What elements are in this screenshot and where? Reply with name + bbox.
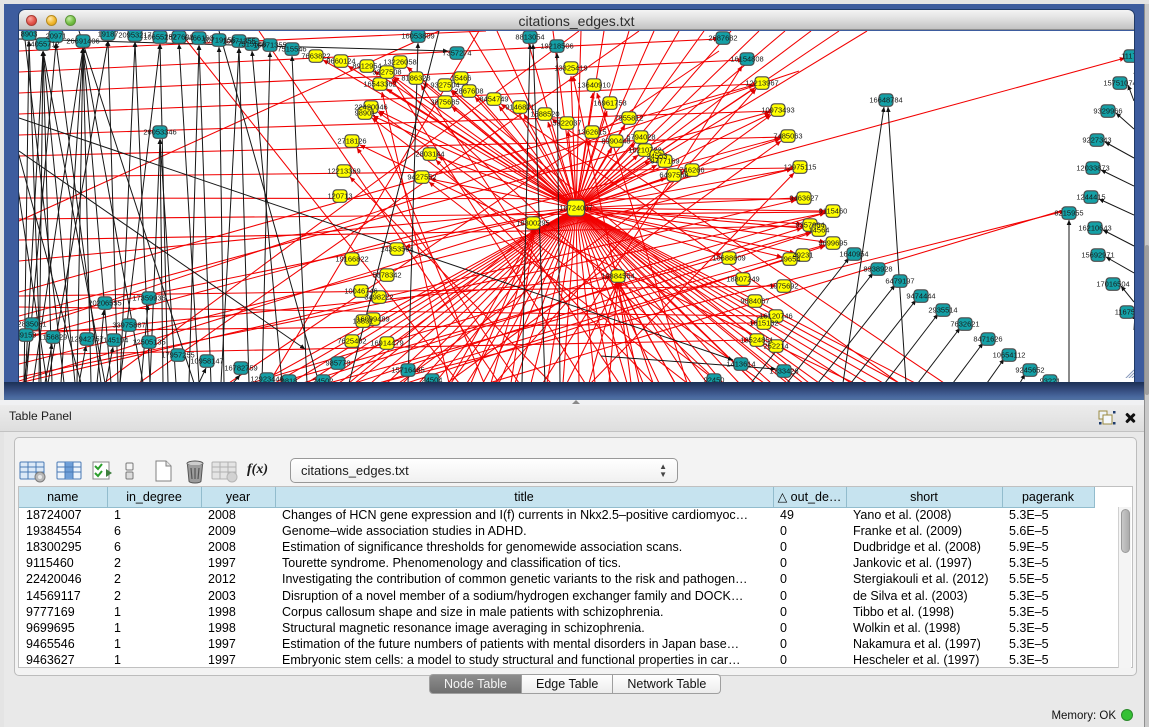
svg-text:9474444: 9474444 — [906, 292, 935, 301]
svg-text:16154808: 16154808 — [730, 55, 763, 64]
svg-text:19654: 19654 — [780, 255, 801, 264]
svg-text:16961758: 16961758 — [593, 99, 626, 108]
svg-text:20206555: 20206555 — [88, 299, 121, 308]
svg-text:1244415: 1244415 — [1076, 193, 1105, 202]
svg-text:8454749: 8454749 — [479, 95, 508, 104]
svg-text:10973493: 10973493 — [761, 106, 794, 115]
svg-text:19218506: 19218506 — [540, 42, 573, 51]
svg-text:17359936: 17359936 — [132, 294, 165, 303]
svg-text:9327508: 9327508 — [372, 68, 401, 77]
svg-text:7632621: 7632621 — [950, 320, 979, 329]
svg-text:9699695: 9699695 — [818, 239, 847, 248]
svg-text:10958147: 10958147 — [190, 357, 223, 366]
svg-text:12033873: 12033873 — [1076, 164, 1109, 173]
svg-text:1588520: 1588520 — [530, 110, 559, 119]
svg-text:6794028: 6794028 — [626, 133, 655, 142]
svg-text:1615132: 1615132 — [749, 319, 778, 328]
svg-text:17016504: 17016504 — [1096, 280, 1129, 289]
svg-text:18300295: 18300295 — [516, 219, 549, 228]
svg-text:15751074: 15751074 — [1103, 79, 1134, 88]
svg-text:7955812: 7955812 — [614, 114, 643, 123]
svg-text:13226058: 13226058 — [383, 58, 416, 67]
svg-text:10654112: 10654112 — [993, 351, 1026, 360]
svg-text:18724007: 18724007 — [559, 204, 592, 213]
svg-text:252214: 252214 — [763, 342, 788, 351]
svg-text:15466: 15466 — [451, 74, 472, 83]
svg-text:12505135: 12505135 — [132, 338, 165, 347]
svg-text:13640910: 13640910 — [577, 81, 610, 90]
svg-text:5878342: 5878342 — [372, 271, 401, 280]
svg-text:14353594: 14353594 — [380, 245, 413, 254]
svg-text:20971: 20971 — [46, 32, 67, 41]
svg-text:7357274: 7357274 — [442, 49, 471, 58]
svg-text:12975115: 12975115 — [784, 163, 817, 172]
svg-text:2803144: 2803144 — [415, 150, 444, 159]
svg-text:19384554: 19384554 — [601, 272, 634, 281]
svg-text:9227343: 9227343 — [1082, 136, 1111, 145]
svg-text:19166822: 19166822 — [335, 255, 368, 264]
svg-text:10688609: 10688609 — [712, 254, 745, 263]
svg-text:9245652: 9245652 — [1015, 366, 1044, 375]
svg-text:2718126: 2718126 — [337, 137, 366, 146]
svg-text:12213369: 12213369 — [327, 167, 360, 176]
svg-text:2935514: 2935514 — [928, 306, 957, 315]
svg-text:5322037: 5322037 — [552, 119, 581, 128]
svg-text:98901: 98901 — [355, 109, 376, 118]
svg-text:13831: 13831 — [353, 317, 374, 326]
svg-text:116753: 116753 — [1115, 308, 1134, 317]
svg-text:2835061: 2835061 — [19, 320, 47, 329]
svg-text:14564: 14564 — [809, 226, 830, 235]
svg-text:26691406: 26691406 — [66, 37, 99, 46]
svg-text:15692971: 15692971 — [1081, 251, 1114, 260]
svg-text:12213967: 12213967 — [745, 79, 778, 88]
svg-text:1640954: 1640954 — [839, 250, 868, 259]
svg-text:39159: 39159 — [19, 331, 36, 340]
svg-text:9115460: 9115460 — [819, 207, 848, 216]
svg-text:3875685: 3875685 — [430, 98, 459, 107]
svg-text:16648784: 16648784 — [869, 96, 902, 105]
svg-text:19187: 19187 — [98, 31, 119, 39]
svg-text:985779: 985779 — [325, 359, 350, 368]
svg-text:8938928: 8938928 — [863, 265, 892, 274]
svg-text:7485063: 7485063 — [773, 132, 802, 141]
svg-text:15716485: 15716485 — [391, 366, 424, 375]
svg-text:746266: 746266 — [679, 166, 704, 175]
svg-text:1413614: 1413614 — [726, 360, 755, 369]
svg-text:16782759: 16782759 — [224, 364, 257, 373]
svg-text:8471626: 8471626 — [973, 335, 1002, 344]
svg-text:18807249: 18807249 — [726, 275, 759, 284]
svg-text:16914479: 16914479 — [370, 339, 403, 348]
svg-text:8186328: 8186328 — [401, 74, 430, 83]
svg-text:1156829: 1156829 — [39, 333, 68, 342]
svg-text:6479197: 6479197 — [885, 277, 914, 286]
svg-text:1145194: 1145194 — [100, 336, 129, 345]
svg-text:9660124: 9660124 — [326, 57, 355, 66]
svg-text:1362615: 1362615 — [577, 128, 606, 137]
svg-text:1975692: 1975692 — [769, 282, 798, 291]
svg-text:9463627: 9463627 — [789, 194, 818, 203]
svg-text:11171: 11171 — [1121, 52, 1134, 61]
svg-text:7625402: 7625402 — [337, 337, 366, 346]
svg-text:2687682: 2687682 — [708, 34, 737, 43]
svg-text:9777169: 9777169 — [650, 157, 679, 166]
svg-text:16210643: 16210643 — [1078, 224, 1111, 233]
svg-text:26053346: 26053346 — [143, 128, 176, 137]
svg-text:14055712: 14055712 — [26, 40, 59, 49]
svg-text:8813054: 8813054 — [515, 33, 544, 42]
svg-text:120713: 120713 — [327, 192, 352, 201]
svg-text:16543362: 16543362 — [363, 80, 396, 89]
svg-text:9329966: 9329966 — [1093, 107, 1122, 116]
svg-text:9084067: 9084067 — [740, 297, 769, 306]
svg-text:8903: 8903 — [21, 31, 38, 39]
svg-text:12942757: 12942757 — [70, 335, 103, 344]
svg-text:16053809: 16053809 — [401, 32, 434, 41]
svg-text:8215955: 8215955 — [1054, 209, 1083, 218]
svg-text:9427552: 9427552 — [407, 173, 436, 182]
svg-text:3498222: 3498222 — [364, 293, 393, 302]
svg-text:33975887: 33975887 — [112, 321, 145, 330]
svg-text:13325419: 13325419 — [554, 64, 587, 73]
svg-text:1733426: 1733426 — [769, 367, 798, 376]
